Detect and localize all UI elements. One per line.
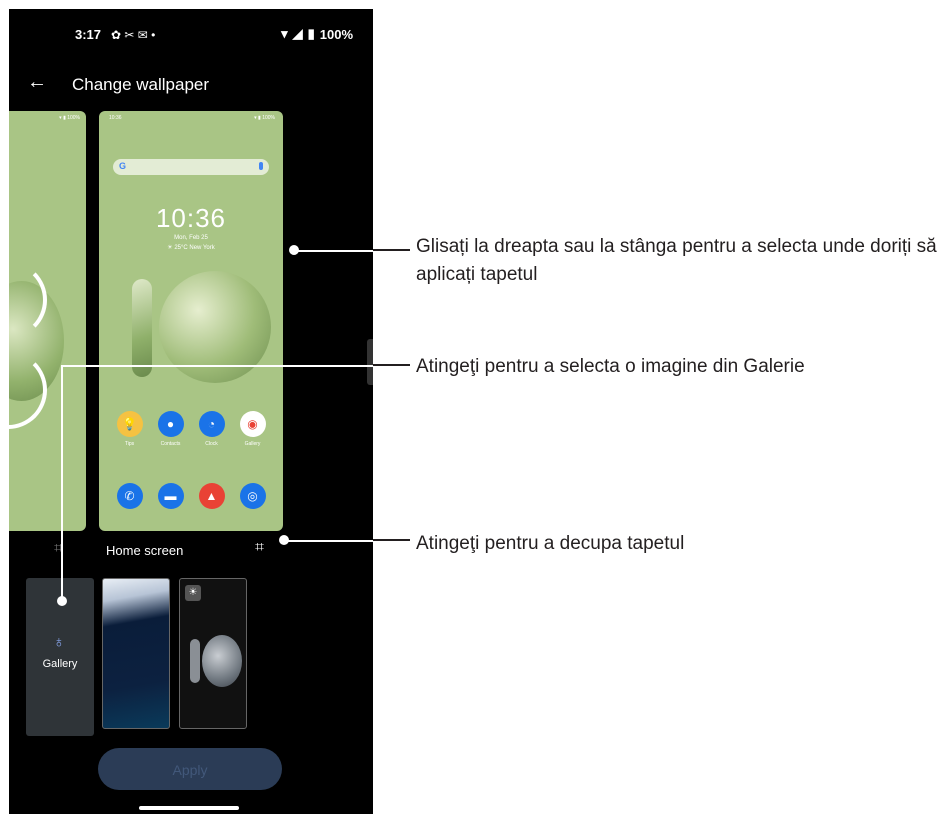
lock-screen-preview[interactable]: ▾ ▮ 100% — [9, 111, 86, 531]
phone-icon: ✆ — [116, 483, 143, 509]
preview-weather: ☀ 25°C New York — [167, 245, 215, 251]
battery-percent: 100% — [319, 26, 353, 42]
balloon-icon: ♁ — [53, 634, 65, 651]
preview-date: Mon, Feb 25 — [174, 235, 208, 241]
camera-icon: ◎ — [239, 483, 266, 509]
callout-line-swipe — [373, 249, 410, 251]
page-title: Change wallpaper — [72, 75, 210, 94]
gesture-nav-bar[interactable] — [139, 806, 239, 810]
callout-dot — [279, 535, 289, 545]
crop-icon[interactable]: ⌗ — [255, 539, 264, 557]
next-preview-edge — [367, 339, 373, 385]
preview-clock: 10:36 — [155, 203, 227, 233]
callout-dot — [289, 245, 299, 255]
app-contacts: ● Contacts — [157, 411, 185, 447]
callout-gallery: Atingeţi pentru a selecta o imagine din … — [416, 356, 805, 377]
mic-icon — [259, 162, 263, 170]
wallpaper-thumbnail[interactable] — [102, 578, 170, 729]
home-screen-label: Home screen — [106, 543, 184, 558]
wifi-icon: ▾ — [281, 26, 288, 41]
wallpaper-thumbnail[interactable]: ☀ — [179, 578, 247, 729]
home-screen-preview[interactable]: 10:36 ▾ ▮ 100% G 10:36 Mon, Feb 25 ☀ 25°… — [99, 111, 283, 531]
live-wallpaper-icon: ☀ — [185, 585, 201, 601]
preview-label-row: ⌗ Home screen ⌗ — [9, 534, 373, 564]
google-icon: G — [119, 161, 127, 171]
back-arrow-icon[interactable]: ← — [27, 71, 47, 94]
callout-swipe: Glisați la dreapta sau la stânga pentru … — [416, 236, 937, 285]
callout-connector — [61, 365, 373, 367]
battery-icon: ▮ — [307, 26, 315, 41]
status-right-icons: ▾ ◢ ▮ 100% — [281, 26, 353, 42]
callout-line-gallery — [373, 364, 410, 366]
callout-dot — [57, 596, 67, 606]
files-icon: ▬ — [157, 483, 184, 509]
search-bar: G — [113, 159, 269, 175]
mini-status: ▾ ▮ 100% — [59, 115, 80, 121]
gallery-app-icon: ◉ — [239, 411, 266, 437]
tips-icon: 💡 — [116, 411, 143, 437]
status-time: 3:17 — [75, 27, 102, 42]
gallery-label: Gallery — [42, 658, 78, 670]
callout-connector — [294, 250, 373, 252]
dock-row: ✆ ▬ ▲ ◎ — [99, 483, 283, 509]
browser-icon: ▲ — [198, 483, 225, 509]
signal-icon: ◢ — [292, 26, 303, 41]
callout-connector — [61, 365, 63, 601]
mini-status: ▾ ▮ 100% — [254, 115, 275, 121]
callout-connector — [284, 540, 373, 542]
contacts-icon: ● — [157, 411, 184, 437]
app-clock: ◔ Clock — [198, 411, 226, 447]
callout-crop: Atingeţi pentru a decupa tapetul — [416, 533, 685, 554]
thumbnail-digit-one — [190, 639, 200, 683]
app-gallery: ◉ Gallery — [239, 411, 267, 447]
apply-button[interactable]: Apply — [98, 748, 282, 790]
status-notification-icons: ✿ ✂ ✉ • — [111, 28, 156, 42]
app-tips: 💡 Tips — [116, 411, 144, 447]
clock-icon: ◔ — [198, 411, 225, 437]
thumbnail-digit-zero — [202, 635, 242, 687]
mini-time: 10:36 — [109, 115, 122, 121]
app-row: 💡 Tips ● Contacts ◔ Clock ◉ Gallery — [99, 411, 283, 447]
app-bar: ← Change wallpaper — [9, 67, 373, 103]
wallpaper-digit-one — [132, 279, 152, 377]
phone-screen: 3:17 ✿ ✂ ✉ • ▾ ◢ ▮ 100% ← Change wallpap… — [9, 9, 373, 814]
callout-line-crop — [373, 539, 410, 541]
